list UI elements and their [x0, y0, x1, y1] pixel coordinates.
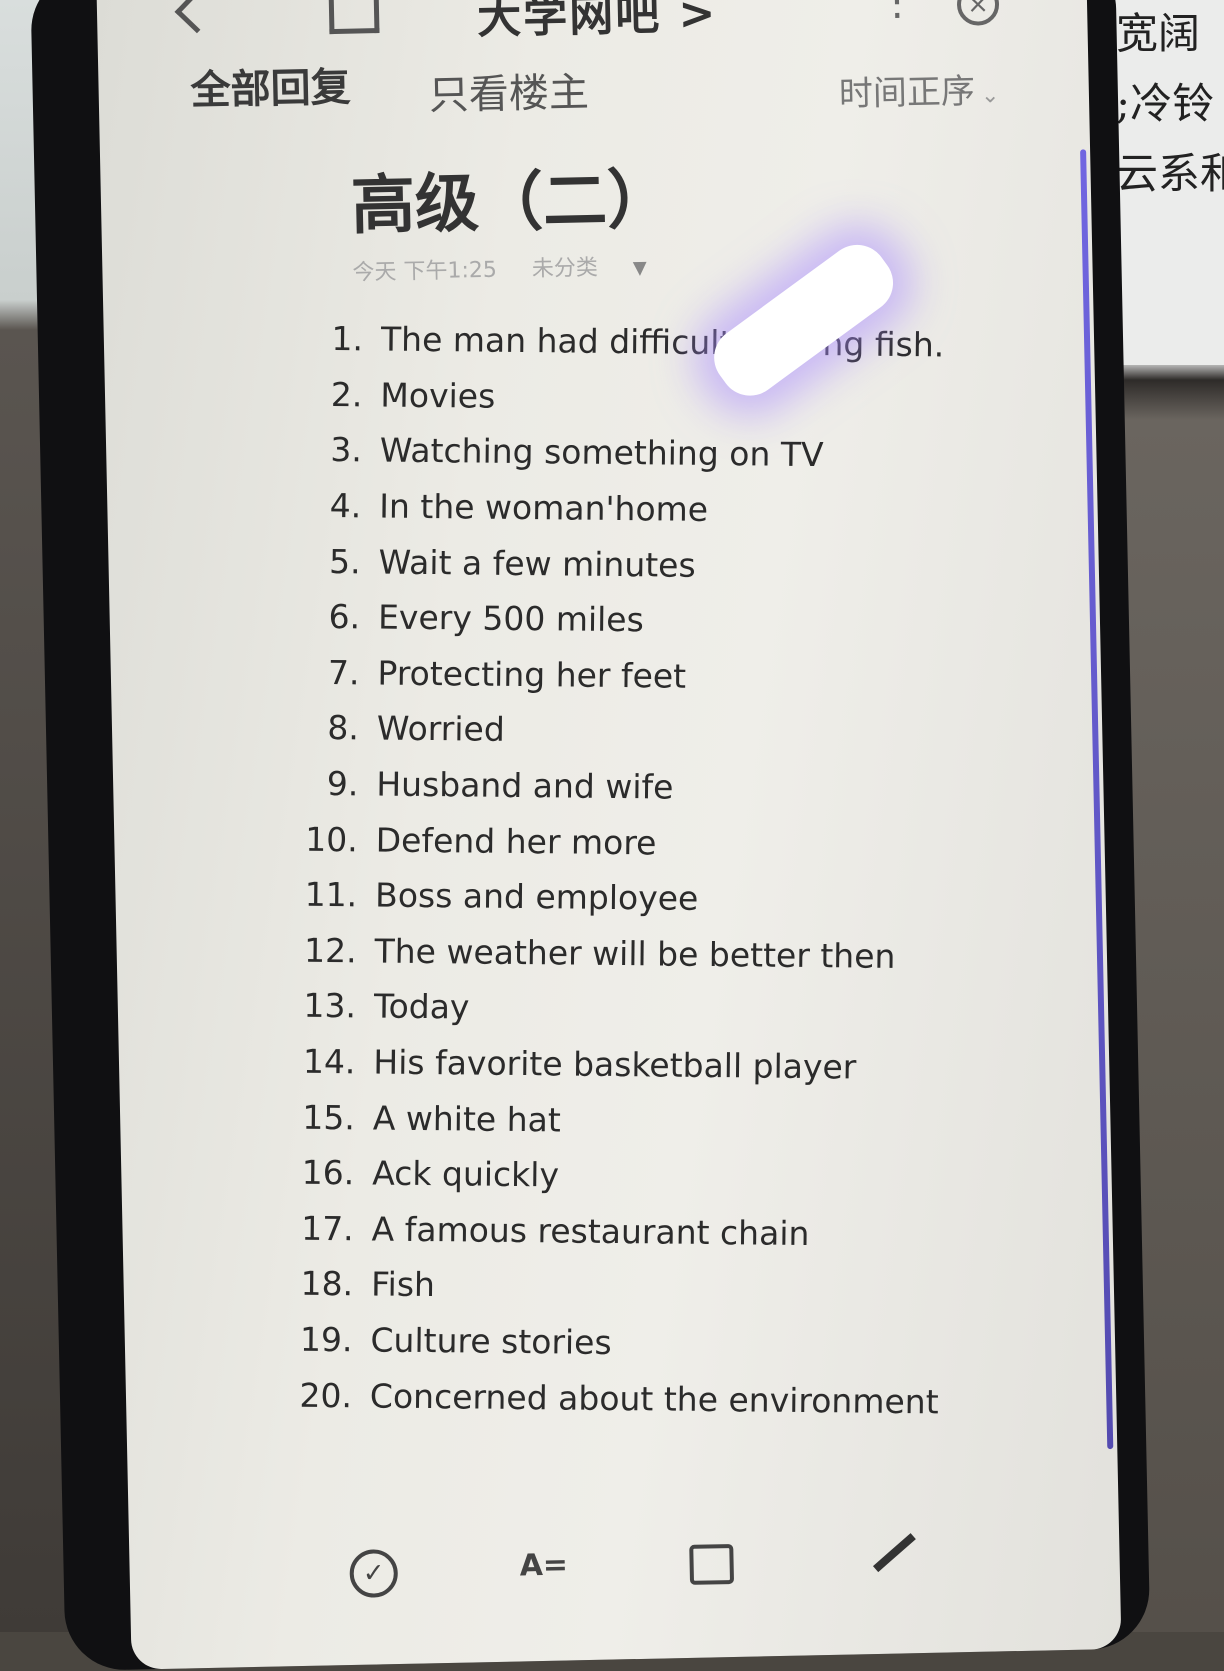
- answer-number: 1.: [331, 319, 364, 359]
- answer-text: Fish: [370, 1264, 436, 1305]
- answer-item: 10. Defend her more: [297, 811, 1058, 875]
- answer-number: 12.: [303, 930, 357, 971]
- answer-item: 16. Ack quickly: [294, 1145, 1055, 1209]
- answer-text: Wait a few minutes: [378, 542, 696, 585]
- answer-number: 2.: [330, 374, 363, 415]
- pen-icon[interactable]: [872, 1533, 916, 1573]
- answer-text: A famous restaurant chain: [371, 1209, 810, 1253]
- answer-item: 18. Fish: [293, 1256, 1054, 1320]
- answer-text: Protecting her feet: [377, 653, 687, 696]
- answer-number: 3.: [330, 430, 363, 470]
- answer-text: The weather will be better then: [374, 931, 896, 976]
- answer-item: 14. His favorite basketball player: [295, 1033, 1056, 1097]
- answer-number: 5.: [328, 541, 361, 582]
- answer-number: 17.: [300, 1208, 354, 1249]
- check-icon[interactable]: ✓: [349, 1549, 399, 1599]
- post-category[interactable]: 未分类 ▼: [532, 254, 675, 282]
- post-title: 高级（二）: [350, 162, 672, 244]
- answer-number: 4.: [329, 486, 362, 526]
- tab-all-replies[interactable]: 全部回复: [190, 55, 351, 116]
- answer-text: Ack quickly: [372, 1153, 560, 1195]
- answer-item: 5. Wait a few minutes: [300, 533, 1061, 597]
- more-icon[interactable]: ⋮: [876, 0, 917, 25]
- answer-item: 15. A white hat: [295, 1089, 1056, 1153]
- paper-line: 宽阔: [1116, 9, 1201, 58]
- answer-item: 20. Concerned about the environment: [292, 1367, 1053, 1431]
- close-icon[interactable]: ×: [956, 0, 1000, 26]
- answer-text: Today: [373, 986, 470, 1027]
- paper-line: 云系和: [1116, 149, 1224, 198]
- answer-text: In the woman'home: [379, 486, 709, 530]
- answer-number: 16.: [301, 1152, 355, 1193]
- answer-number: 9.: [326, 764, 359, 804]
- answer-number: 6.: [328, 597, 361, 637]
- post-time: 今天 下午1:25: [352, 257, 498, 286]
- answer-item: 6. Every 500 miles: [300, 589, 1061, 653]
- answer-number: 11.: [304, 874, 358, 915]
- text-format-icon[interactable]: A=: [519, 1547, 568, 1583]
- answer-list: 1. The man had difficulty c... ng fish. 2.…: [292, 311, 1064, 1431]
- answer-text: His favorite basketball player: [373, 1042, 857, 1087]
- answer-text: Movies: [380, 375, 496, 416]
- answer-text: Every 500 miles: [377, 597, 645, 640]
- forum-title[interactable]: 大学网吧 >: [476, 0, 718, 46]
- answer-number: 15.: [302, 1097, 356, 1137]
- edge-light: [1080, 149, 1114, 1450]
- answer-item: 8. Worried: [299, 700, 1060, 764]
- paper-line: ;冷铃: [1116, 79, 1215, 128]
- home-icon[interactable]: [328, 0, 380, 35]
- answer-text: Concerned about the environment: [369, 1376, 939, 1422]
- answer-text: Worried: [376, 708, 505, 750]
- background-paper: 宽阔 ;冷铃 云系和: [1108, 0, 1224, 365]
- answer-number: 14.: [302, 1041, 356, 1082]
- answer-number: 20.: [299, 1375, 353, 1415]
- answer-item: 7. Protecting her feet: [299, 644, 1060, 708]
- back-icon[interactable]: [174, 0, 219, 34]
- answer-number: 18.: [300, 1264, 354, 1304]
- answer-text: Culture stories: [370, 1320, 612, 1362]
- answer-text: The man had difficulty c... ng fish.: [380, 319, 945, 365]
- answer-item: 17. A famous restaurant chain: [293, 1200, 1054, 1264]
- phone: 大学网吧 > ⋮ × 全部回复 只看楼主 时间正序 ⌄ 高级（二） 今天 下午1:…: [30, 0, 1151, 1671]
- answer-text: Husband and wife: [376, 764, 674, 807]
- answer-item: 19. Culture stories: [292, 1311, 1053, 1375]
- answer-number: 10.: [305, 819, 358, 859]
- post-meta: 今天 下午1:25 未分类 ▼: [352, 247, 703, 286]
- bottom-toolbar: ✓ A=: [129, 1533, 1120, 1635]
- chevron-down-icon: ⌄: [980, 83, 1000, 109]
- answer-item: 11. Boss and employee: [297, 867, 1058, 931]
- answer-item: 12. The weather will be better then: [296, 922, 1057, 986]
- answer-number: 7.: [327, 652, 360, 693]
- answer-text: Boss and employee: [374, 875, 699, 919]
- sort-dropdown[interactable]: 时间正序 ⌄: [838, 63, 999, 115]
- answer-number: 8.: [327, 708, 360, 748]
- answer-item: 3. Watching something on TV: [302, 422, 1063, 486]
- answer-item: 1. The man had difficulty c... ng fish.: [303, 311, 1064, 375]
- phone-screen: 大学网吧 > ⋮ × 全部回复 只看楼主 时间正序 ⌄ 高级（二） 今天 下午1:…: [96, 0, 1122, 1670]
- answer-item: 13. Today: [296, 978, 1057, 1042]
- answer-item: 9. Husband and wife: [298, 755, 1059, 819]
- answer-text: A white hat: [372, 1098, 561, 1140]
- tab-op-only[interactable]: 只看楼主: [428, 60, 589, 121]
- answer-item: 4. In the woman'home: [301, 477, 1062, 541]
- answer-number: 13.: [303, 986, 357, 1026]
- answer-text: Watching something on TV: [379, 431, 824, 475]
- answer-item: 2. Movies: [302, 366, 1063, 430]
- answer-text: Defend her more: [375, 820, 657, 863]
- sort-label: 时间正序: [838, 71, 976, 115]
- image-icon[interactable]: [689, 1543, 735, 1585]
- answer-number: 19.: [299, 1319, 353, 1360]
- dropdown-arrow-icon: ▼: [632, 257, 647, 279]
